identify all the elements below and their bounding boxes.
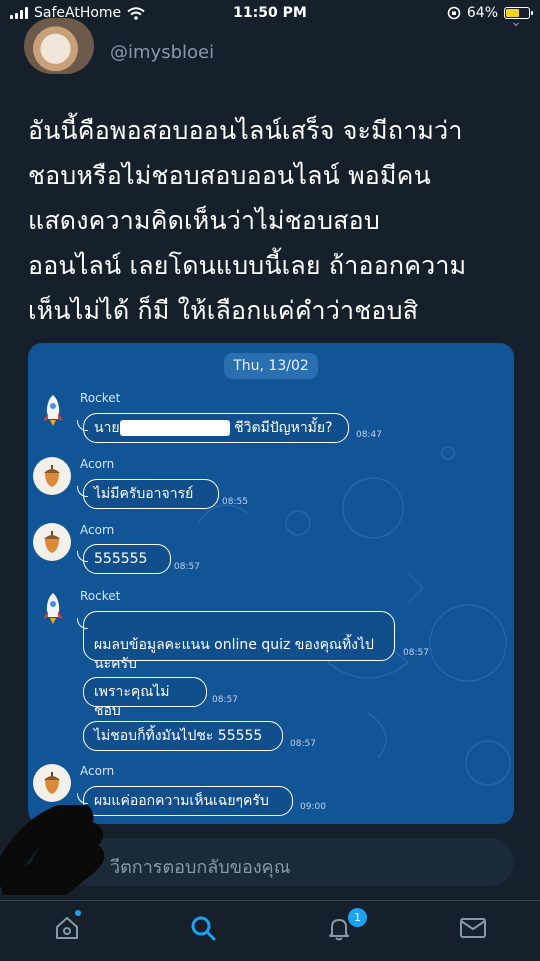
message-time: 08:57 — [174, 562, 200, 572]
tab-bar — [0, 900, 540, 961]
home-icon — [56, 917, 78, 939]
sender-name: Rocket — [80, 391, 121, 405]
message-text: ไม่ชอบก็ทิ้งมันไปชะ 55555 — [94, 728, 263, 744]
message-time: 08:57 — [403, 648, 429, 658]
rocket-avatar-icon — [34, 589, 72, 627]
orientation-lock-icon — [447, 6, 461, 20]
sender-name: Acorn — [80, 764, 115, 778]
message-bubble: ไม่ชอบก็ทิ้งมันไปชะ 55555 — [83, 721, 283, 751]
acorn-avatar-icon — [33, 523, 71, 561]
tab-messages[interactable] — [456, 911, 490, 945]
tweet-media-image[interactable]: Thu, 13/02 Rocket นาย ชีวิตมีปัญหามั้ย? … — [28, 343, 514, 824]
rocket-avatar-icon — [34, 391, 72, 429]
acorn-avatar-icon — [33, 764, 71, 802]
message-text: ไม่มีครับอาจารย์ — [94, 486, 194, 502]
message-time: 08:57 — [212, 695, 238, 705]
mail-icon — [460, 918, 486, 938]
message-text: ชีวิตมีปัญหามั้ย? — [229, 420, 333, 436]
message-time: 09:00 — [300, 802, 326, 812]
redaction-block — [119, 420, 230, 436]
sender-name: Acorn — [80, 523, 115, 537]
tab-search[interactable] — [186, 911, 220, 945]
chevron-down-icon[interactable]: ⌄ — [510, 14, 522, 30]
message-bubble: ไม่มีครับอาจารย์ — [77, 479, 219, 509]
message-time: 08:57 — [290, 739, 316, 749]
reply-placeholder: วีตการตอบกลับของคุณ — [110, 857, 291, 878]
acorn-avatar-icon — [33, 457, 71, 495]
message-time: 08:55 — [222, 497, 248, 507]
notifications-badge: 1 — [346, 906, 369, 929]
battery-percent: 64% — [466, 5, 498, 21]
search-icon — [191, 916, 216, 941]
date-chip: Thu, 13/02 — [224, 353, 318, 379]
message-bubble: 555555 — [77, 544, 171, 574]
message-time: 08:47 — [356, 430, 382, 440]
home-unread-dot — [75, 910, 81, 916]
message-bubble: นาย ชีวิตมีปัญหามั้ย? — [77, 413, 349, 443]
tab-home[interactable] — [50, 911, 84, 945]
message-text: ผมแค่ออกความเห็นเฉยๆครับ — [94, 793, 269, 809]
tweet-text: อันนี้คือพอสอบออนไลน์เสร็จ จะมีถามว่า ชอ… — [28, 116, 467, 325]
username[interactable]: @imysbloei — [110, 42, 214, 63]
scribble-redaction — [0, 805, 105, 895]
message-text: นาย — [94, 420, 120, 436]
message-bubble: เพราะคุณไม่ชอบ — [83, 677, 207, 719]
avatar[interactable] — [24, 18, 94, 74]
message-bubble: ผมลบข้อมูลคะแนน online quiz ของคุณทิ้งไป… — [77, 611, 395, 672]
message-text: 555555 — [94, 551, 148, 567]
sender-name: Rocket — [80, 589, 121, 603]
sender-name: Acorn — [80, 457, 115, 471]
